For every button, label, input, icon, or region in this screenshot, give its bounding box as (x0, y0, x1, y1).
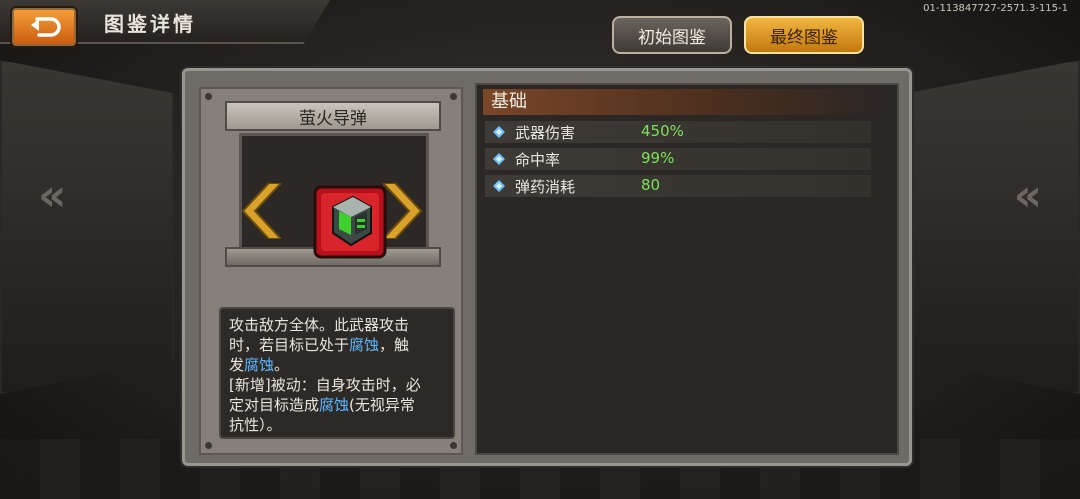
diamond-bullet-icon (493, 153, 505, 165)
wall-chevron-left-icon: « (38, 170, 67, 221)
description-line: 定对目标造成腐蚀(无视异常 (229, 395, 445, 415)
item-description: 攻击敌方全体。此武器攻击 时，若目标已处于腐蚀，触 发腐蚀。 [新增]被动：自身… (219, 307, 455, 439)
stat-value: 450% (641, 122, 684, 140)
rivet-icon (450, 442, 457, 449)
stat-label: 武器伤害 (515, 124, 576, 142)
page-title: 图鉴详情 (104, 12, 196, 36)
description-text: 。 (274, 356, 290, 374)
tab-initial-codex[interactable]: 初始图鉴 (612, 16, 732, 54)
detail-frame: 萤火导弹 攻击敌方全体。此武器攻击 时，若目标已处于腐蚀，触 发腐蚀。 [新增]… (182, 68, 912, 466)
return-arrow-icon (31, 17, 61, 37)
stat-row: 弹药消耗 80 (485, 175, 871, 197)
corrosion-keyword[interactable]: 腐蚀 (244, 356, 274, 374)
corrosion-keyword[interactable]: 腐蚀 (319, 396, 349, 414)
description-text: 定对目标造成 (229, 396, 320, 414)
missile-crate-icon[interactable] (313, 185, 387, 259)
diamond-bullet-icon (493, 180, 505, 192)
stat-row: 命中率 99% (485, 148, 871, 170)
description-text: ，触 (379, 336, 410, 354)
chevron-right-icon (383, 183, 423, 239)
corridor-wall-left (0, 60, 174, 394)
chevron-left-icon (241, 183, 281, 239)
stat-label: 弹药消耗 (515, 178, 576, 196)
corrosion-keyword[interactable]: 腐蚀 (349, 336, 379, 354)
description-text: (无视异常 (349, 396, 415, 414)
section-title: 基础 (483, 89, 879, 115)
stat-label: 命中率 (515, 151, 561, 169)
back-button[interactable] (10, 6, 78, 48)
diamond-bullet-icon (493, 126, 505, 138)
description-line: 发腐蚀。 (229, 355, 445, 375)
corridor-wall-right (906, 60, 1080, 394)
version-text: 01-113847727-2571.3-115-1 (923, 3, 1068, 14)
rivet-icon (450, 93, 457, 100)
item-panel: 萤火导弹 攻击敌方全体。此武器攻击 时，若目标已处于腐蚀，触 发腐蚀。 [新增]… (199, 87, 463, 455)
stat-row: 武器伤害 450% (485, 121, 871, 143)
description-line: [新增]被动：自身攻击时，必 (229, 376, 421, 394)
description-text: 发 (229, 356, 245, 374)
description-line: 时，若目标已处于腐蚀，触 (229, 335, 445, 355)
description-line: 攻击敌方全体。此武器攻击 (229, 316, 410, 334)
wall-chevron-right-icon: « (1013, 170, 1042, 221)
stat-value: 99% (641, 149, 675, 167)
rivet-icon (205, 442, 212, 449)
item-name: 萤火导弹 (225, 101, 441, 131)
description-line: 抗性）。 (229, 416, 282, 434)
description-text: 时，若目标已处于 (229, 336, 350, 354)
stat-value: 80 (641, 176, 661, 194)
rivet-icon (205, 93, 212, 100)
stats-panel: 基础 武器伤害 450% 命中率 99% 弹药消耗 80 (475, 83, 899, 455)
tab-final-codex[interactable]: 最终图鉴 (744, 16, 864, 54)
